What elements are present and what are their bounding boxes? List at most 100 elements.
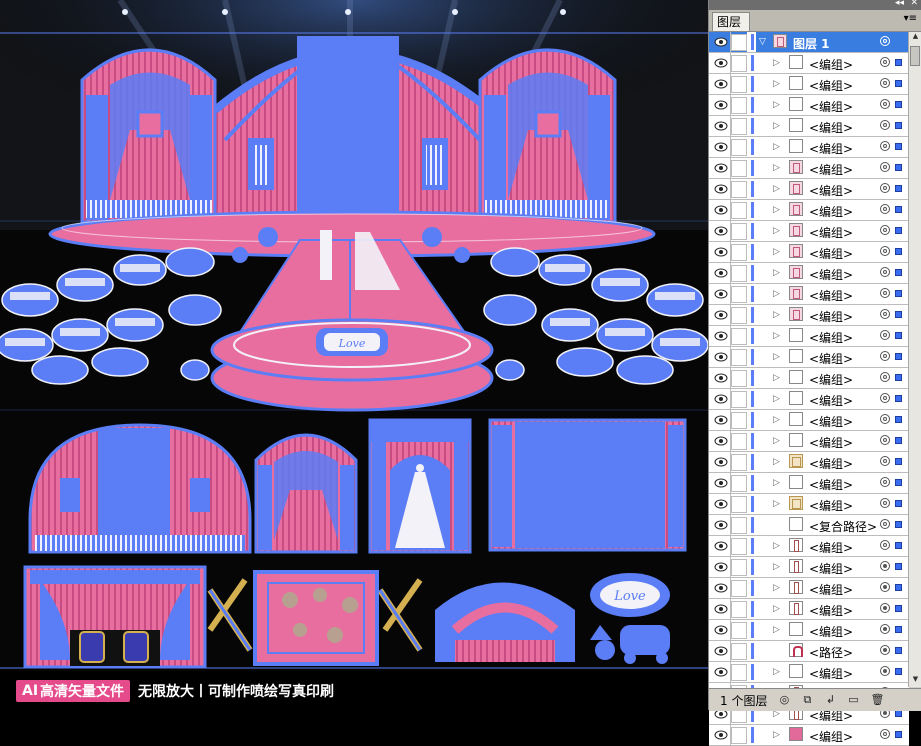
expand-triangle-icon[interactable]: ▷ bbox=[773, 394, 780, 404]
lock-toggle[interactable] bbox=[731, 559, 747, 576]
lock-toggle[interactable] bbox=[731, 370, 747, 387]
target-circle-icon[interactable] bbox=[880, 183, 890, 193]
visibility-eye-icon[interactable] bbox=[712, 494, 731, 514]
expand-triangle-icon[interactable]: ▷ bbox=[773, 730, 780, 740]
wedding-stage-artwork[interactable]: Love Love bbox=[0, 0, 708, 671]
selection-square-icon[interactable] bbox=[895, 395, 902, 402]
layer-row[interactable]: ▷ <编组> bbox=[709, 179, 909, 200]
visibility-eye-icon[interactable] bbox=[712, 578, 731, 598]
lock-toggle[interactable] bbox=[731, 727, 747, 744]
visibility-eye-icon[interactable] bbox=[712, 410, 731, 430]
lock-toggle[interactable] bbox=[731, 328, 747, 345]
visibility-eye-icon[interactable] bbox=[712, 32, 731, 52]
expand-triangle-icon[interactable]: ▷ bbox=[773, 247, 780, 257]
expand-triangle-icon[interactable]: ▷ bbox=[773, 667, 780, 677]
lock-toggle[interactable] bbox=[731, 496, 747, 513]
visibility-eye-icon[interactable] bbox=[712, 116, 731, 136]
expand-triangle-icon[interactable]: ▷ bbox=[773, 100, 780, 110]
scroll-down-arrow-icon[interactable]: ▼ bbox=[909, 675, 921, 687]
visibility-eye-icon[interactable] bbox=[712, 389, 731, 409]
selection-square-icon[interactable] bbox=[895, 206, 902, 213]
layer-row[interactable]: ▷ <编组> bbox=[709, 263, 909, 284]
target-circle-icon[interactable] bbox=[880, 372, 890, 382]
target-circle-icon[interactable] bbox=[880, 498, 890, 508]
lock-toggle[interactable] bbox=[731, 244, 747, 261]
layer-row[interactable]: ▷ <编组> bbox=[709, 242, 909, 263]
target-circle-icon[interactable] bbox=[880, 267, 890, 277]
visibility-eye-icon[interactable] bbox=[712, 200, 731, 220]
expand-triangle-icon[interactable]: ▷ bbox=[773, 352, 780, 362]
target-circle-icon[interactable] bbox=[880, 309, 890, 319]
expand-triangle-icon[interactable]: ▷ bbox=[773, 604, 780, 614]
visibility-eye-icon[interactable] bbox=[712, 263, 731, 283]
lock-toggle[interactable] bbox=[731, 55, 747, 72]
layer-row[interactable]: ▷ <编组> bbox=[709, 74, 909, 95]
expand-triangle-icon[interactable]: ▷ bbox=[773, 415, 780, 425]
expand-triangle-icon[interactable]: ▷ bbox=[773, 373, 780, 383]
lock-toggle[interactable] bbox=[731, 76, 747, 93]
collapse-icon[interactable]: ◂◂ bbox=[895, 0, 904, 8]
scroll-thumb[interactable] bbox=[910, 46, 920, 66]
selection-square-icon[interactable] bbox=[895, 59, 902, 66]
expand-triangle-icon[interactable]: ▷ bbox=[773, 205, 780, 215]
layer-row[interactable]: ▷ <编组> bbox=[709, 599, 909, 620]
lock-toggle[interactable] bbox=[731, 265, 747, 282]
target-circle-icon[interactable] bbox=[880, 603, 890, 613]
lock-toggle[interactable] bbox=[731, 580, 747, 597]
visibility-eye-icon[interactable] bbox=[712, 599, 731, 619]
lock-toggle[interactable] bbox=[731, 412, 747, 429]
create-sublayer-icon[interactable]: ↲ bbox=[824, 694, 836, 706]
lock-toggle[interactable] bbox=[731, 97, 747, 114]
visibility-eye-icon[interactable] bbox=[712, 368, 731, 388]
expand-triangle-icon[interactable]: ▷ bbox=[773, 58, 780, 68]
expand-triangle-icon[interactable]: ▷ bbox=[773, 331, 780, 341]
layer-row[interactable]: ▷ <编组> bbox=[709, 137, 909, 158]
target-circle-icon[interactable] bbox=[880, 393, 890, 403]
expand-triangle-icon[interactable]: ▷ bbox=[773, 184, 780, 194]
layer-row[interactable]: <复合路径> bbox=[709, 515, 909, 536]
visibility-eye-icon[interactable] bbox=[712, 536, 731, 556]
layer-row[interactable]: ▷ <编组> bbox=[709, 473, 909, 494]
visibility-eye-icon[interactable] bbox=[712, 242, 731, 262]
selection-square-icon[interactable] bbox=[895, 710, 902, 717]
selection-square-icon[interactable] bbox=[895, 269, 902, 276]
selection-square-icon[interactable] bbox=[895, 353, 902, 360]
layer-row[interactable]: ▷ <编组> bbox=[709, 284, 909, 305]
lock-toggle[interactable] bbox=[731, 286, 747, 303]
target-circle-icon[interactable] bbox=[880, 225, 890, 235]
selection-square-icon[interactable] bbox=[895, 458, 902, 465]
expand-triangle-icon[interactable]: ▷ bbox=[773, 436, 780, 446]
layer-row[interactable]: ▷ <编组> bbox=[709, 200, 909, 221]
lock-toggle[interactable] bbox=[731, 139, 747, 156]
expand-triangle-icon[interactable]: ▷ bbox=[773, 142, 780, 152]
visibility-eye-icon[interactable] bbox=[712, 473, 731, 493]
selection-square-icon[interactable] bbox=[895, 647, 902, 654]
target-circle-icon[interactable] bbox=[880, 162, 890, 172]
visibility-eye-icon[interactable] bbox=[712, 662, 731, 682]
target-circle-icon[interactable] bbox=[880, 477, 890, 487]
scroll-up-arrow-icon[interactable]: ▲ bbox=[909, 32, 921, 44]
lock-toggle[interactable] bbox=[731, 475, 747, 492]
visibility-eye-icon[interactable] bbox=[712, 725, 731, 745]
target-circle-icon[interactable] bbox=[880, 120, 890, 130]
visibility-eye-icon[interactable] bbox=[712, 620, 731, 640]
expand-triangle-icon[interactable]: ▷ bbox=[773, 478, 780, 488]
selection-square-icon[interactable] bbox=[895, 164, 902, 171]
selection-square-icon[interactable] bbox=[895, 248, 902, 255]
lock-toggle[interactable] bbox=[731, 622, 747, 639]
visibility-eye-icon[interactable] bbox=[712, 179, 731, 199]
selection-square-icon[interactable] bbox=[895, 101, 902, 108]
artboard-canvas[interactable]: Love Love AI 高清矢量文件 无限放大丨可制作喷绘写真印刷 bbox=[0, 0, 708, 710]
panel-titlebar[interactable]: ◂◂ ✕ bbox=[709, 0, 921, 10]
layer-row[interactable]: ▷ <编组> bbox=[709, 221, 909, 242]
visibility-eye-icon[interactable] bbox=[712, 641, 731, 661]
visibility-eye-icon[interactable] bbox=[712, 326, 731, 346]
selection-square-icon[interactable] bbox=[895, 143, 902, 150]
selection-square-icon[interactable] bbox=[895, 521, 902, 528]
expand-triangle-icon[interactable]: ▷ bbox=[773, 541, 780, 551]
target-circle-icon[interactable] bbox=[880, 288, 890, 298]
layer-row[interactable]: ▷ <编组> bbox=[709, 389, 909, 410]
expand-triangle-icon[interactable]: ▷ bbox=[773, 457, 780, 467]
lock-toggle[interactable] bbox=[731, 391, 747, 408]
layer-row[interactable]: ▷ <编组> bbox=[709, 452, 909, 473]
